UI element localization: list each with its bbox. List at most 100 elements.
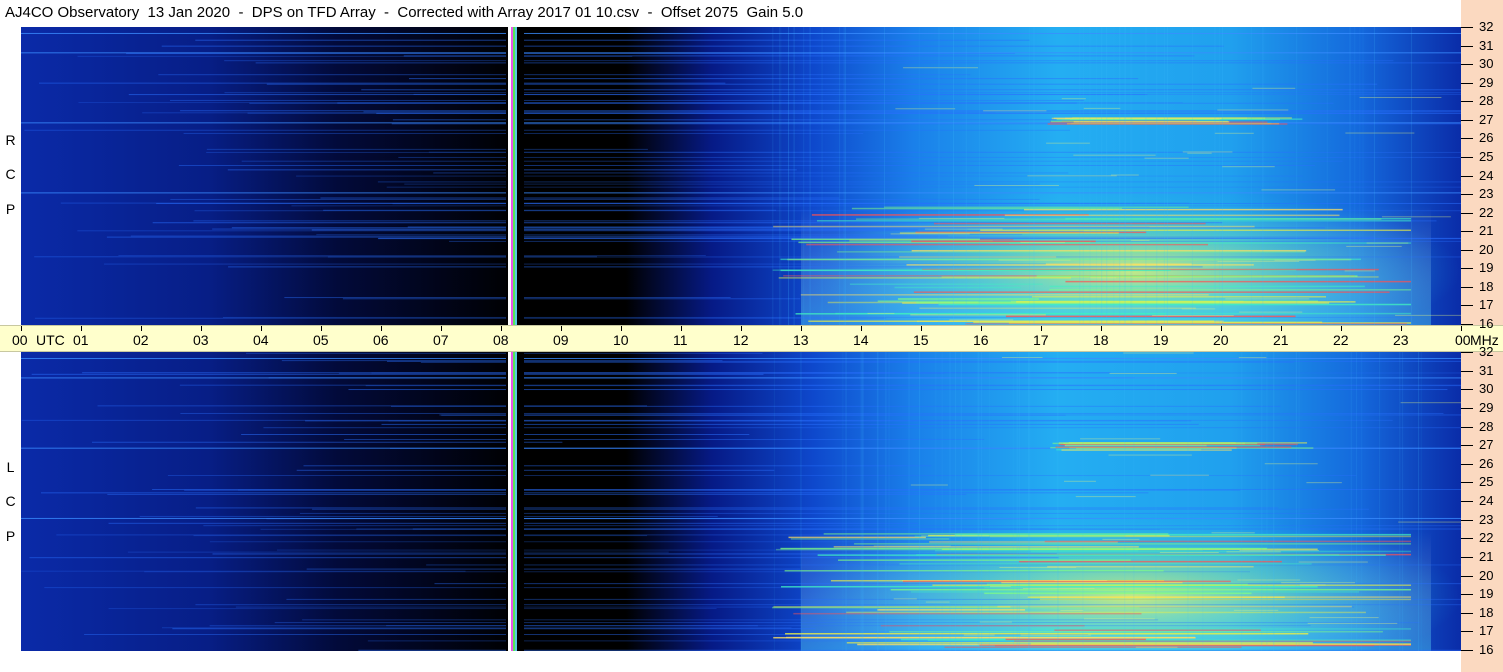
interference-line — [255, 62, 1461, 64]
rcp-frequency-axis: 32 31 30 29 28 27 26 25 24 23 22 21 20 19 18 17 16 — [1461, 0, 1503, 331]
cb-band-streak — [1051, 117, 1222, 120]
rfi-dash — [998, 259, 1071, 261]
interference-line — [172, 628, 816, 630]
vertical-texture — [888, 352, 890, 651]
time-tick-label: 05 — [313, 332, 329, 348]
vertical-texture — [1399, 352, 1401, 651]
interference-line — [434, 583, 1461, 585]
interference-line — [342, 298, 801, 300]
interference-line — [344, 438, 985, 440]
interference-line — [156, 202, 1461, 204]
interference-line — [77, 230, 1084, 232]
interference-line — [31, 373, 764, 375]
interference-line — [241, 433, 750, 435]
rfi-streak — [919, 307, 1196, 310]
interference-line — [195, 507, 1279, 509]
carrier-line — [21, 52, 1461, 54]
time-tick-mark — [261, 326, 262, 331]
rcp-spectrogram-svg — [21, 27, 1461, 325]
rfi-dash — [1398, 521, 1461, 523]
interference-line — [195, 604, 1461, 606]
vertical-texture — [1350, 352, 1352, 651]
vertical-texture — [1082, 352, 1084, 651]
vertical-texture — [883, 27, 885, 325]
rfi-dash — [1181, 308, 1216, 310]
time-tick-mark — [201, 326, 202, 331]
rfi-streak — [986, 583, 1248, 586]
freq-tick-mark — [1461, 287, 1473, 288]
rfi-streak — [880, 624, 1085, 627]
freq-tick-mark — [1461, 445, 1473, 446]
interference-line — [91, 441, 563, 443]
lcp-letter-l: L — [6, 459, 15, 475]
rfi-streak — [894, 286, 1021, 289]
vertical-texture — [1095, 27, 1097, 325]
rcp-letter-r: R — [5, 132, 16, 148]
vertical-texture — [1130, 27, 1132, 325]
rfi-dash — [1108, 454, 1192, 456]
freq-tick-label: 17 — [1479, 297, 1494, 312]
rfi-dash — [1239, 311, 1303, 313]
interference-line — [413, 93, 1461, 95]
interference-line — [291, 205, 1288, 207]
vertical-texture — [1298, 352, 1300, 651]
rfi-dash — [1182, 151, 1233, 153]
rfi-dash — [1366, 242, 1409, 244]
rfi-dash — [999, 567, 1077, 569]
freq-tick-label: 31 — [1479, 363, 1494, 378]
vertical-texture — [1124, 352, 1126, 651]
vertical-texture — [935, 352, 937, 651]
time-tick-label: 09 — [553, 332, 569, 348]
rfi-dash — [1083, 618, 1155, 620]
interference-line — [356, 528, 1049, 530]
freq-tick-mark — [1461, 138, 1473, 139]
rfi-dash — [1261, 189, 1336, 191]
interference-line — [376, 112, 1461, 114]
freq-tick-mark — [1461, 250, 1473, 251]
carrier-line — [21, 377, 1461, 379]
rfi-dash — [1359, 97, 1442, 99]
interference-line — [224, 92, 1461, 94]
rfi-dash — [1239, 549, 1319, 551]
rfi-dash — [1217, 109, 1289, 111]
vertical-texture — [938, 27, 940, 325]
carrier-line — [21, 32, 1461, 34]
interference-line — [106, 236, 1376, 238]
vertical-texture — [803, 27, 805, 325]
freq-tick-mark — [1461, 408, 1473, 409]
rfi-dash — [1345, 132, 1415, 134]
rfi-dash — [1395, 314, 1461, 316]
vertical-texture — [885, 352, 887, 651]
time-tick-mark — [801, 326, 802, 331]
interference-line — [386, 360, 1461, 362]
cb-band-streak — [1065, 444, 1261, 447]
rfi-dash — [1064, 480, 1096, 482]
interference-line — [228, 266, 1203, 268]
freq-tick-mark — [1461, 194, 1473, 195]
vertical-texture — [1033, 27, 1035, 325]
freq-tick-label: 27 — [1479, 437, 1494, 452]
time-tick-label: 06 — [373, 332, 389, 348]
rfi-dash — [1020, 634, 1092, 636]
freq-tick-label: 18 — [1479, 605, 1494, 620]
rfi-dash — [1252, 87, 1296, 89]
rfi-dash — [1130, 239, 1150, 241]
rcp-spectrogram — [21, 27, 1461, 325]
freq-tick-label: 21 — [1479, 223, 1494, 238]
lcp-spectrogram — [21, 352, 1461, 651]
vertical-texture — [1133, 352, 1135, 651]
calibration-bar-green — [513, 27, 515, 325]
vertical-texture — [1018, 352, 1020, 651]
interference-line — [224, 60, 1394, 62]
time-tick-label: 21 — [1273, 332, 1289, 348]
vertical-texture — [1326, 27, 1328, 325]
time-tick-label: 15 — [913, 332, 929, 348]
vertical-texture — [977, 352, 979, 651]
time-tick-mark — [1161, 326, 1162, 331]
rfi-streak — [1065, 280, 1411, 283]
vertical-texture — [1373, 27, 1375, 325]
freq-tick-mark — [1461, 101, 1473, 102]
rfi-dash — [1274, 259, 1316, 261]
calibration-bar-green — [513, 352, 515, 651]
calibration-bar-cyan — [515, 27, 517, 325]
